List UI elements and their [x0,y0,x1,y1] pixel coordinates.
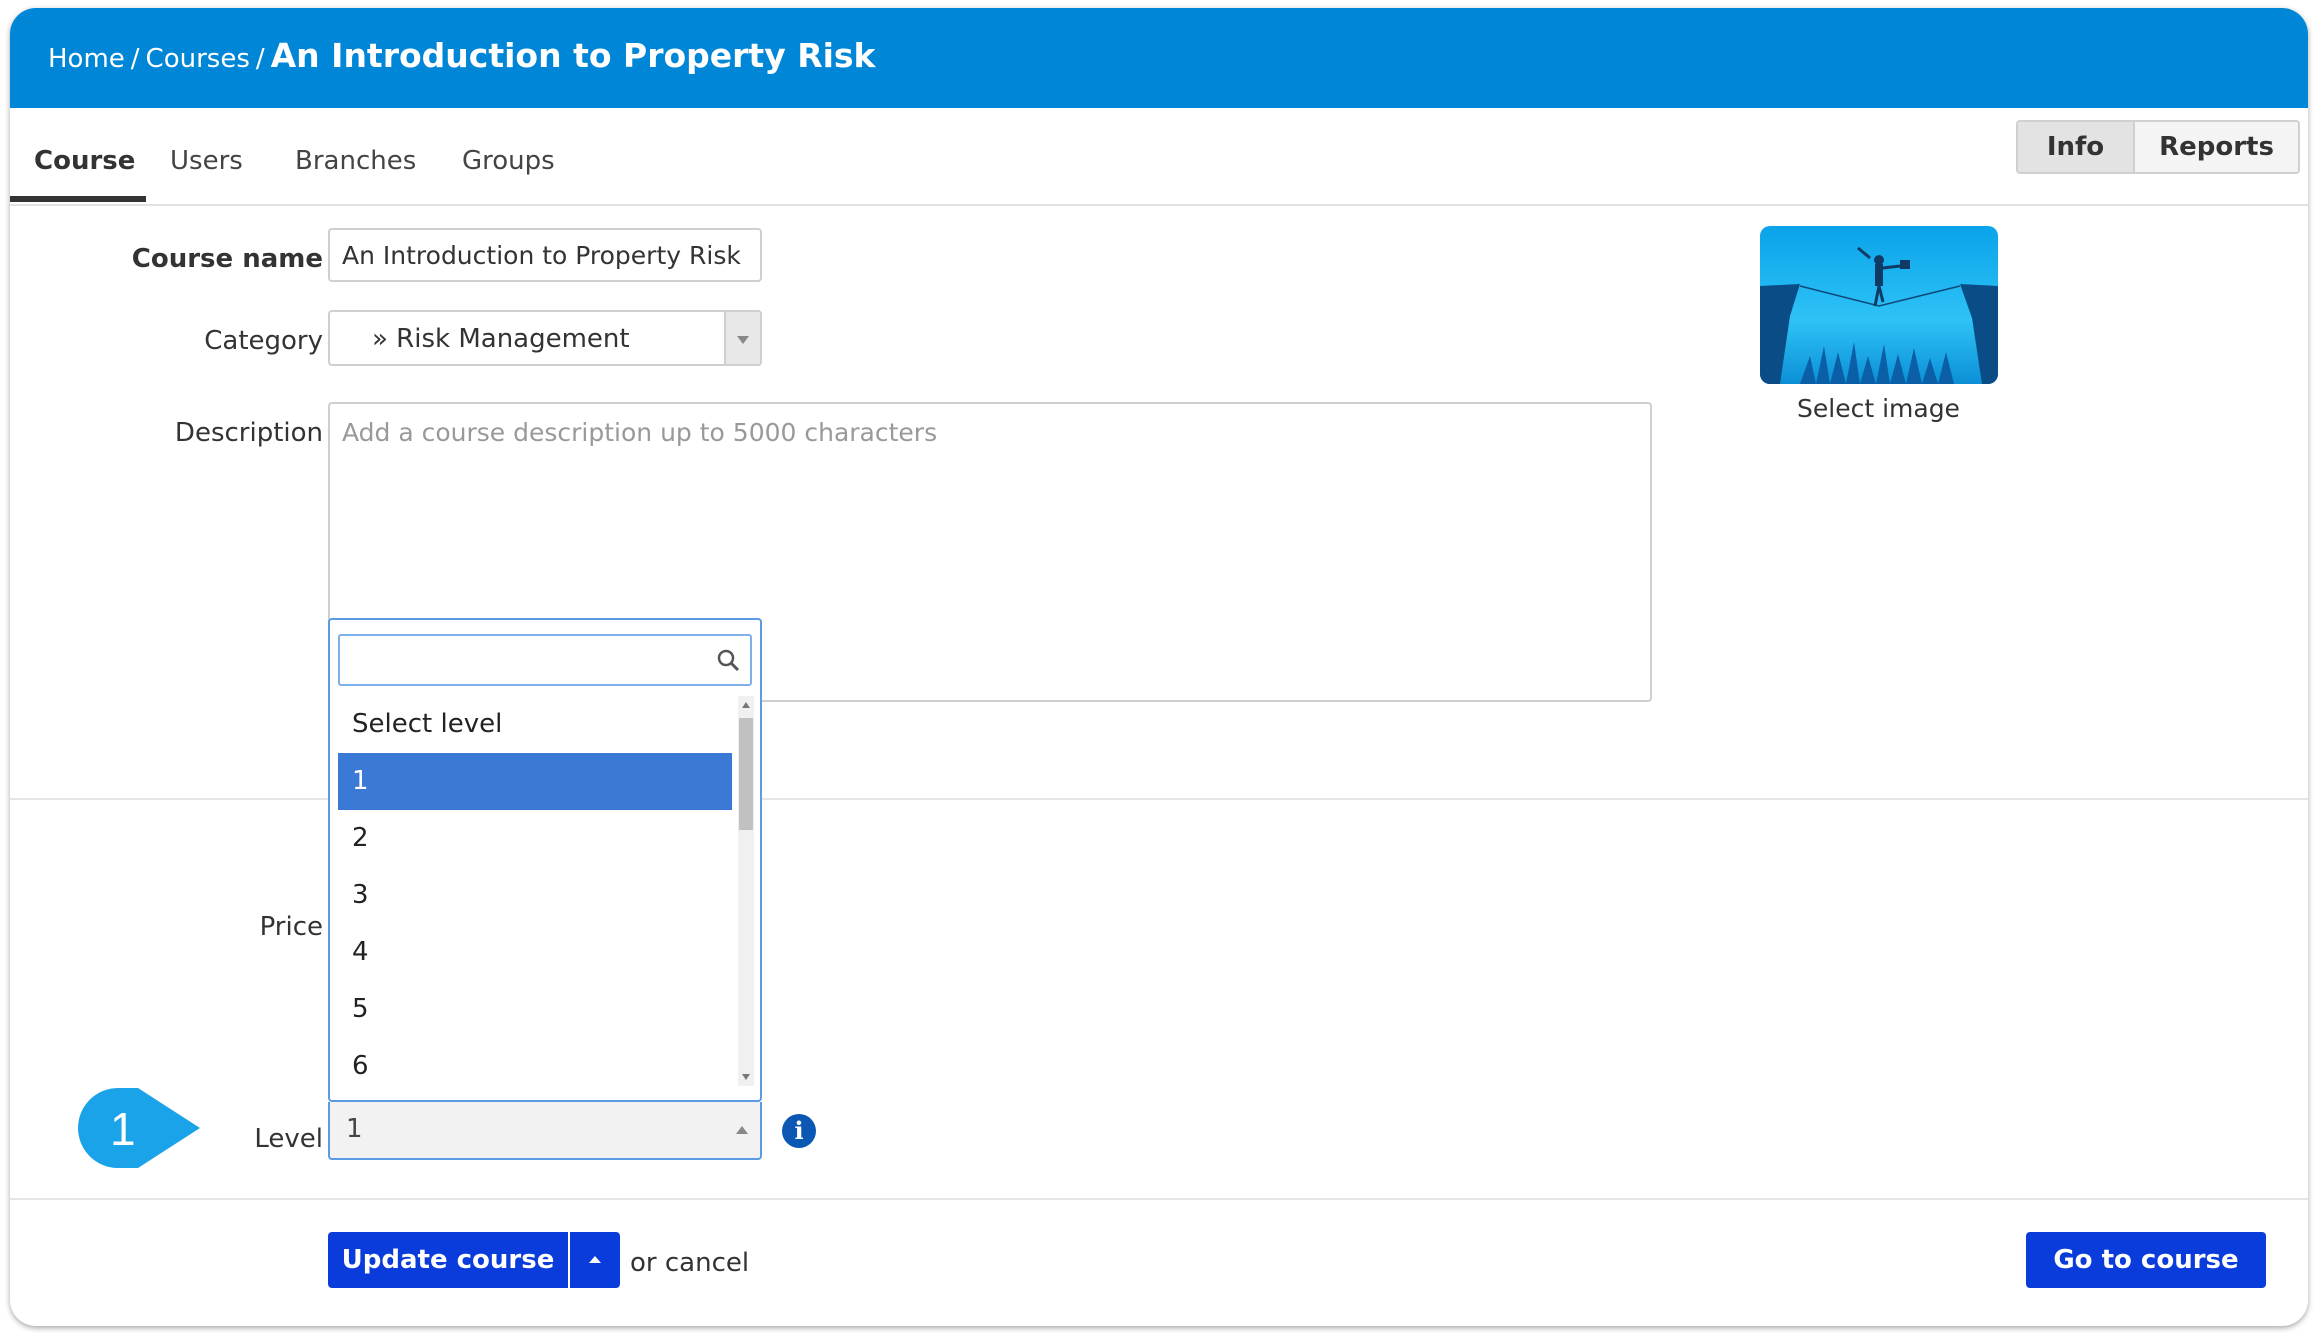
course-image-thumbnail[interactable] [1760,226,1998,384]
breadcrumb: Home / Courses / An Introduction to Property… [48,36,876,75]
level-option-5[interactable]: 5 [338,981,732,1038]
chevron-down-icon [737,336,749,344]
breadcrumb-separator: / [130,44,140,74]
level-option-3[interactable]: 3 [338,867,732,924]
breadcrumb-home[interactable]: Home [48,44,125,74]
level-option-select-level[interactable]: Select level [338,696,732,753]
category-label: Category [204,326,323,356]
breadcrumb-separator: / [255,44,265,74]
level-option-2[interactable]: 2 [338,810,732,867]
description-label: Description [174,418,323,448]
step-callout-badge: 1 [78,1088,208,1168]
search-icon [717,649,740,672]
tab-bar: Course Users Branches Groups Info Report… [10,108,2308,206]
level-select[interactable]: 1 [328,1102,762,1160]
level-selected-value: 1 [346,1114,363,1144]
info-toggle-button[interactable]: Info [2018,122,2135,172]
info-icon[interactable]: i [782,1114,816,1148]
course-name-label: Course name [131,244,323,274]
chevron-up-icon [736,1126,748,1134]
image-thumbnail-icon [1760,226,1998,384]
tab-course[interactable]: Course [34,146,135,176]
level-option-1[interactable]: 1 [338,753,732,810]
level-option-4[interactable]: 4 [338,924,732,981]
go-to-course-button[interactable]: Go to course [2026,1232,2266,1288]
scrollbar-thumb[interactable] [739,718,753,830]
callout-pointer-icon [78,1088,200,1168]
category-select[interactable]: » Risk Management [328,310,762,366]
category-dropdown-arrow[interactable] [724,312,760,364]
active-tab-indicator [10,196,146,202]
level-option-6[interactable]: 6 [338,1038,732,1095]
breadcrumb-courses[interactable]: Courses [146,44,250,74]
tab-users[interactable]: Users [170,146,243,176]
level-search-input[interactable] [338,634,752,686]
tab-groups[interactable]: Groups [462,146,555,176]
level-label: Level [254,1124,323,1154]
reports-toggle-button[interactable]: Reports [2135,122,2298,172]
update-course-split-button: Update course [328,1232,620,1288]
level-options-list: Select level 1 2 3 4 5 6 [338,696,732,1095]
caret-up-icon [589,1256,601,1263]
view-toggle: Info Reports [2016,120,2300,174]
price-label: Price [259,912,323,942]
app-window: Home / Courses / An Introduction to Property… [10,8,2308,1326]
level-dropdown-panel: Select level 1 2 3 4 5 6 [328,618,762,1102]
course-name-input[interactable] [328,228,762,282]
level-list-scrollbar[interactable] [738,696,754,1086]
category-selected-value: » Risk Management [372,324,630,354]
select-image-link[interactable]: Select image [1797,394,1960,423]
update-course-options-button[interactable] [570,1232,620,1288]
update-course-button[interactable]: Update course [328,1232,568,1288]
tab-branches[interactable]: Branches [295,146,416,176]
callout-number: 1 [110,1103,136,1155]
breadcrumb-current: An Introduction to Property Risk [270,36,876,75]
scroll-down-arrow-icon[interactable] [742,1074,750,1080]
footer-divider [10,1198,2308,1200]
cancel-link[interactable]: or cancel [630,1248,749,1278]
scroll-up-arrow-icon[interactable] [742,702,750,708]
header-bar: Home / Courses / An Introduction to Property… [10,8,2308,108]
